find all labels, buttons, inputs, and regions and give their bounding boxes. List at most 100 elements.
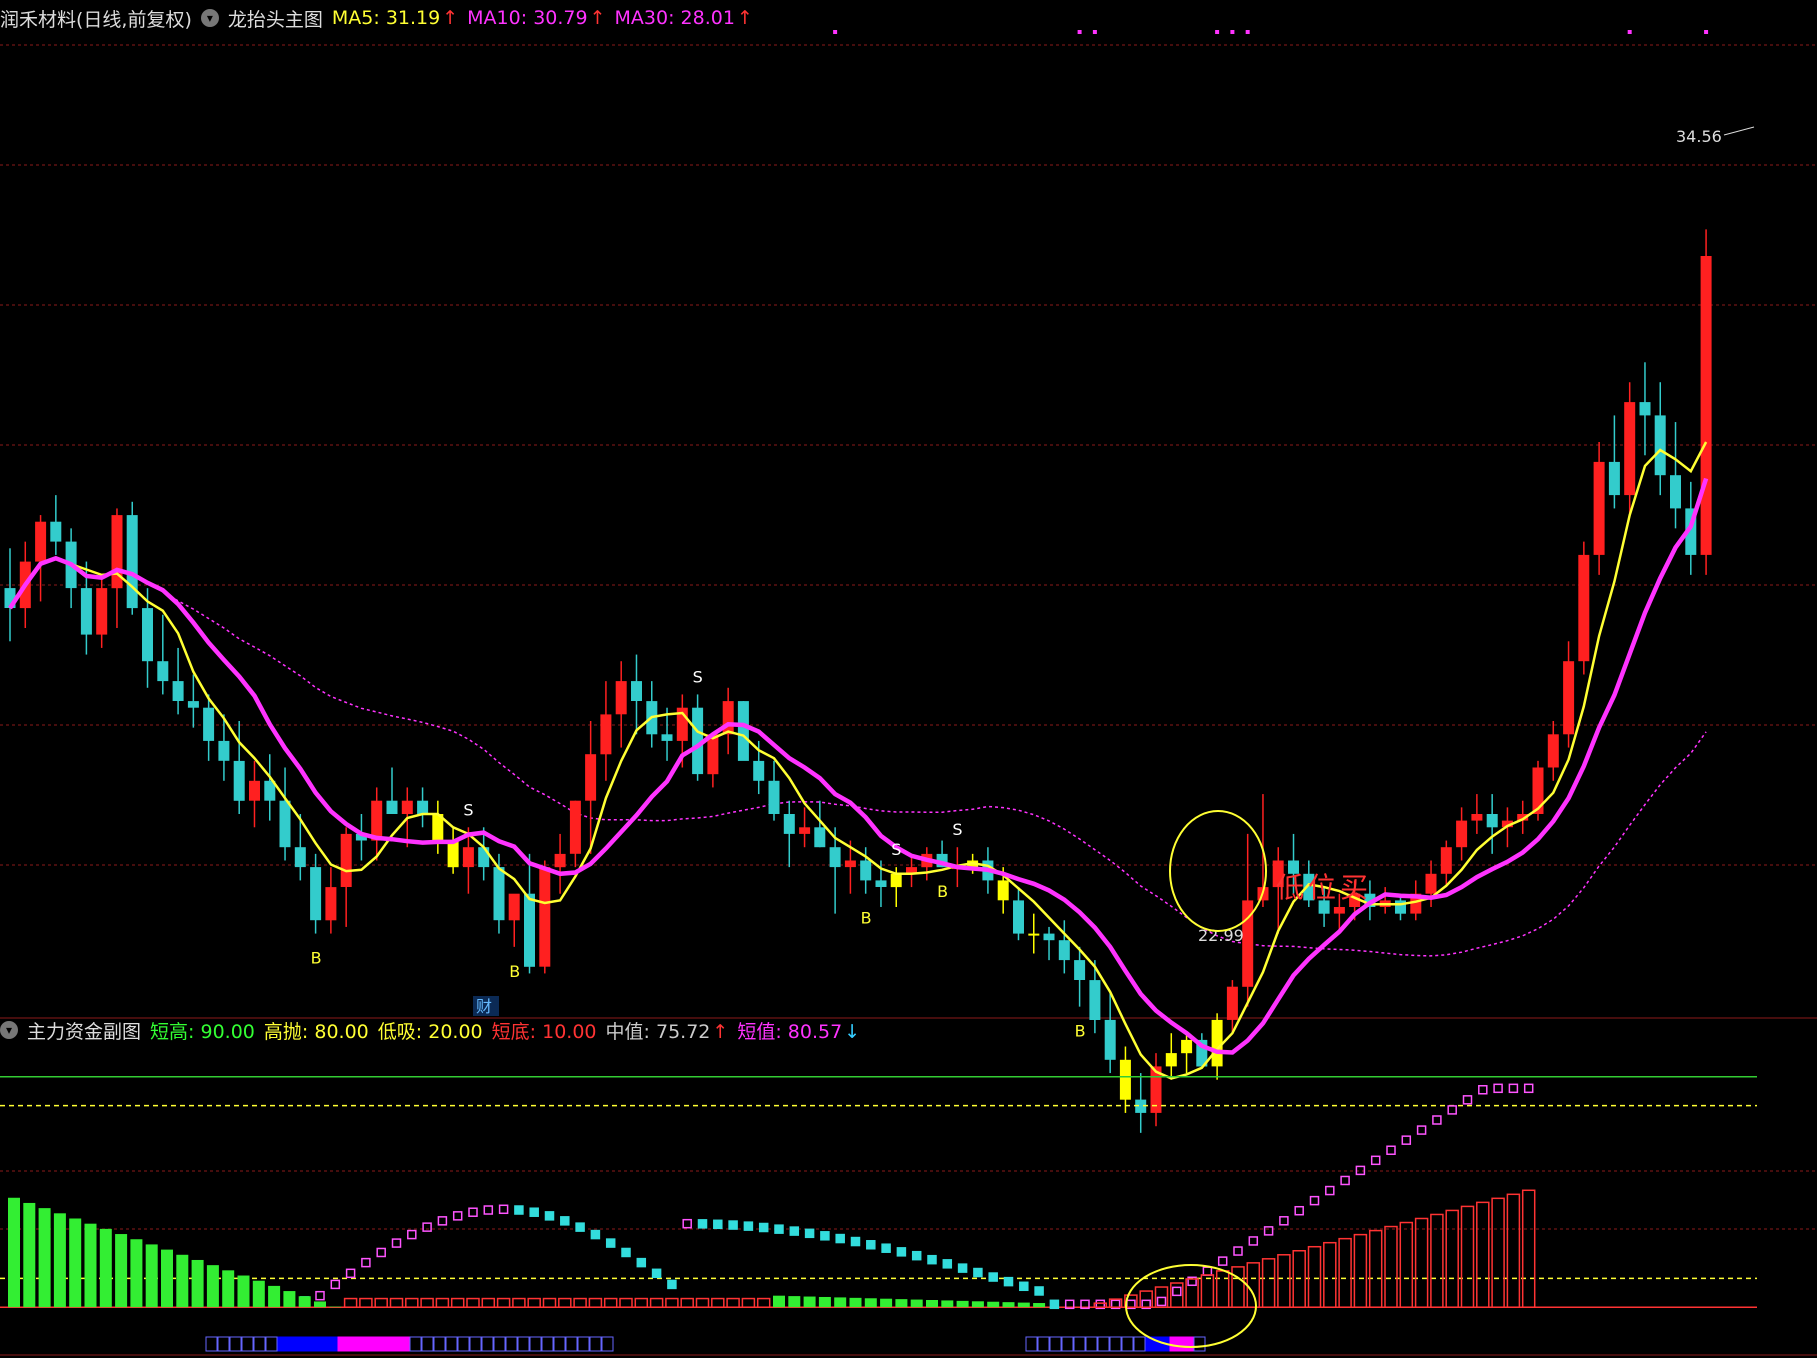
signal-strip-cell	[565, 1336, 578, 1352]
grid-lines	[0, 44, 1817, 1356]
oscillator-point	[621, 1247, 631, 1258]
oscillator-point	[498, 1204, 509, 1215]
signal-strip-cell	[1037, 1336, 1050, 1352]
candle-body	[1456, 820, 1468, 848]
signal-strip-cell	[541, 1336, 554, 1352]
signal-strip-cell	[277, 1336, 290, 1352]
oscillator-point	[973, 1267, 983, 1278]
signal-strip-cell	[1085, 1336, 1098, 1352]
red-bar	[542, 1297, 557, 1308]
candle-body	[1181, 1039, 1193, 1054]
candle-body	[1028, 933, 1040, 936]
green-bar	[161, 1249, 173, 1308]
red-bar	[1430, 1213, 1444, 1308]
candle-body	[1226, 986, 1238, 1020]
signal-strip-cell	[1025, 1336, 1038, 1352]
green-bar	[987, 1301, 1000, 1308]
signal-strip-cell	[1133, 1336, 1146, 1352]
oscillator-point	[1248, 1236, 1259, 1246]
candle-body	[249, 780, 260, 801]
red-bar	[1476, 1201, 1490, 1308]
finance-marker[interactable]: 财	[476, 997, 492, 1016]
buy-signal-label: B	[937, 882, 948, 901]
candle-body	[203, 707, 215, 741]
high-price-label: 34.56	[1676, 127, 1722, 146]
oscillator-point	[697, 1219, 708, 1229]
sell-signal-label: S	[693, 667, 703, 686]
signal-strip-cell	[493, 1336, 506, 1352]
candle-body	[829, 847, 841, 868]
green-bar	[1002, 1302, 1015, 1308]
red-bar	[527, 1297, 541, 1308]
green-bar	[803, 1296, 816, 1308]
red-bar	[1353, 1233, 1368, 1308]
stock-chart[interactable]: BBBBBSSSS 34.56 22.99 低位买 财	[0, 0, 1817, 1358]
oscillator-point	[758, 1222, 769, 1233]
red-bar	[1200, 1274, 1215, 1308]
signal-strip-cell	[469, 1336, 482, 1352]
top-dot-marker	[1704, 30, 1709, 34]
candle-body	[875, 880, 887, 887]
sell-signal-label: S	[952, 820, 962, 839]
top-dot-marker	[1215, 30, 1220, 34]
candle-body	[35, 521, 47, 562]
green-bar	[1033, 1303, 1046, 1308]
red-bar	[1368, 1229, 1383, 1308]
candle-body	[1165, 1053, 1177, 1067]
oscillator-point	[1294, 1205, 1304, 1216]
green-bar	[941, 1300, 954, 1308]
signal-strip-cell	[553, 1336, 566, 1352]
candle-body	[997, 880, 1009, 901]
oscillator-point	[1386, 1145, 1396, 1155]
red-bar	[665, 1297, 679, 1308]
red-bar	[481, 1297, 496, 1308]
green-bar	[849, 1297, 862, 1308]
candle-body	[157, 661, 169, 682]
high-price-arrow	[1723, 126, 1755, 136]
candle-body	[401, 800, 413, 814]
red-bar	[695, 1297, 710, 1308]
oscillator-point	[1156, 1296, 1167, 1307]
candle-body	[80, 588, 92, 635]
oscillator-point	[452, 1211, 463, 1221]
green-bar	[8, 1197, 20, 1308]
oscillator-point	[1279, 1216, 1289, 1226]
sell-signal-label: S	[891, 840, 901, 859]
red-bar	[1231, 1266, 1245, 1308]
candle-body	[768, 780, 780, 814]
signal-strip-cell	[481, 1336, 494, 1352]
candle-body	[386, 800, 398, 814]
signal-strip-cell	[409, 1336, 422, 1352]
red-bar	[1445, 1209, 1459, 1308]
green-bar	[130, 1239, 143, 1308]
oscillator-point	[1202, 1266, 1213, 1276]
green-bar	[252, 1280, 265, 1308]
signal-strip-cell	[325, 1336, 338, 1352]
oscillator-point	[850, 1236, 861, 1247]
green-bar	[773, 1295, 785, 1308]
red-bar	[558, 1297, 572, 1308]
oscillator-point	[789, 1226, 800, 1236]
buy-signal-label: B	[509, 962, 520, 981]
oscillator-point	[391, 1238, 402, 1248]
oscillator-point	[896, 1247, 907, 1257]
oscillator-point	[560, 1216, 570, 1226]
red-bar	[466, 1297, 480, 1308]
candle-body	[1547, 734, 1559, 768]
oscillator-point	[1523, 1083, 1534, 1094]
candle-body	[447, 840, 459, 868]
candle-body	[340, 833, 352, 887]
oscillator-point	[361, 1257, 371, 1268]
signal-strip-cell	[253, 1336, 266, 1352]
green-bar	[23, 1202, 36, 1308]
green-bar	[788, 1296, 801, 1308]
candle-body	[1670, 475, 1681, 509]
signal-strip-cell	[1169, 1336, 1182, 1352]
low-buy-text: 低位买	[1276, 871, 1372, 904]
signal-strip-cell	[577, 1336, 590, 1352]
candle-body	[600, 714, 612, 755]
oscillator-point	[1416, 1125, 1427, 1135]
signal-strip-cell	[289, 1336, 302, 1352]
buy-signal-label: B	[861, 909, 872, 928]
oscillator-point	[1462, 1095, 1473, 1105]
